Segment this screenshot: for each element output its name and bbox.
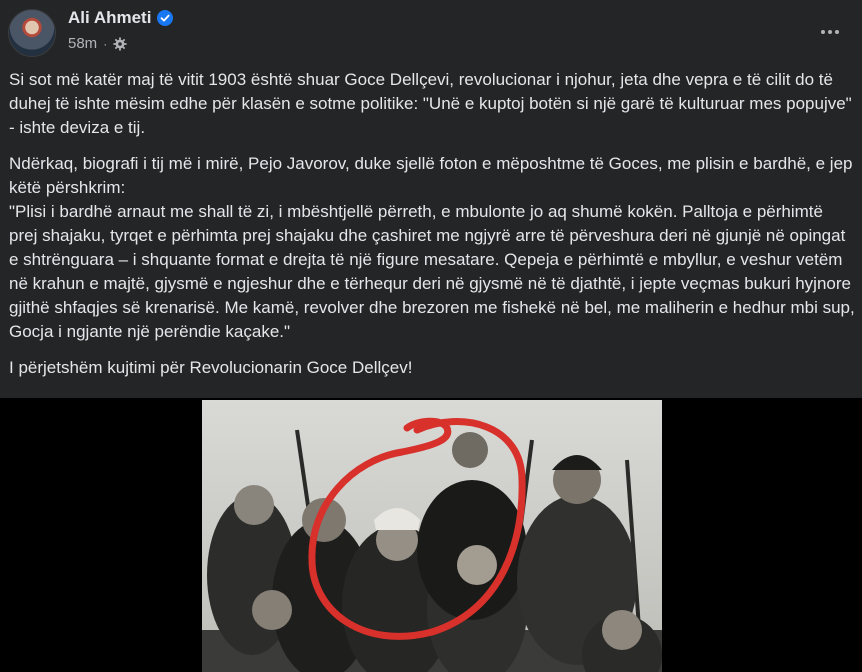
author-name[interactable]: Ali Ahmeti bbox=[68, 8, 151, 28]
more-options-button[interactable] bbox=[812, 14, 848, 50]
post-meta: 58m · bbox=[68, 35, 127, 52]
gear-icon[interactable] bbox=[113, 36, 127, 51]
post-paragraph-1: Si sot më katër maj të vitit 1903 është … bbox=[9, 70, 857, 137]
post-paragraph-2: Ndërkaq, biografi i tij më i mirë, Pejo … bbox=[9, 154, 855, 341]
verified-badge-icon bbox=[157, 10, 174, 26]
post-paragraph-3: I përjetshëm kujtimi për Revolucionarin … bbox=[9, 358, 413, 377]
post-body: Si sot më katër maj të vitit 1903 është … bbox=[9, 68, 855, 392]
post-media bbox=[0, 398, 862, 672]
post-timestamp[interactable]: 58m bbox=[68, 35, 97, 52]
author-avatar[interactable] bbox=[8, 9, 56, 57]
more-horizontal-icon bbox=[821, 30, 825, 34]
meta-separator: · bbox=[103, 36, 108, 51]
historic-group-photo bbox=[202, 400, 662, 672]
post-header: Ali Ahmeti 58m · bbox=[0, 0, 862, 62]
post-photo[interactable] bbox=[202, 400, 662, 672]
author-row: Ali Ahmeti bbox=[68, 8, 174, 28]
